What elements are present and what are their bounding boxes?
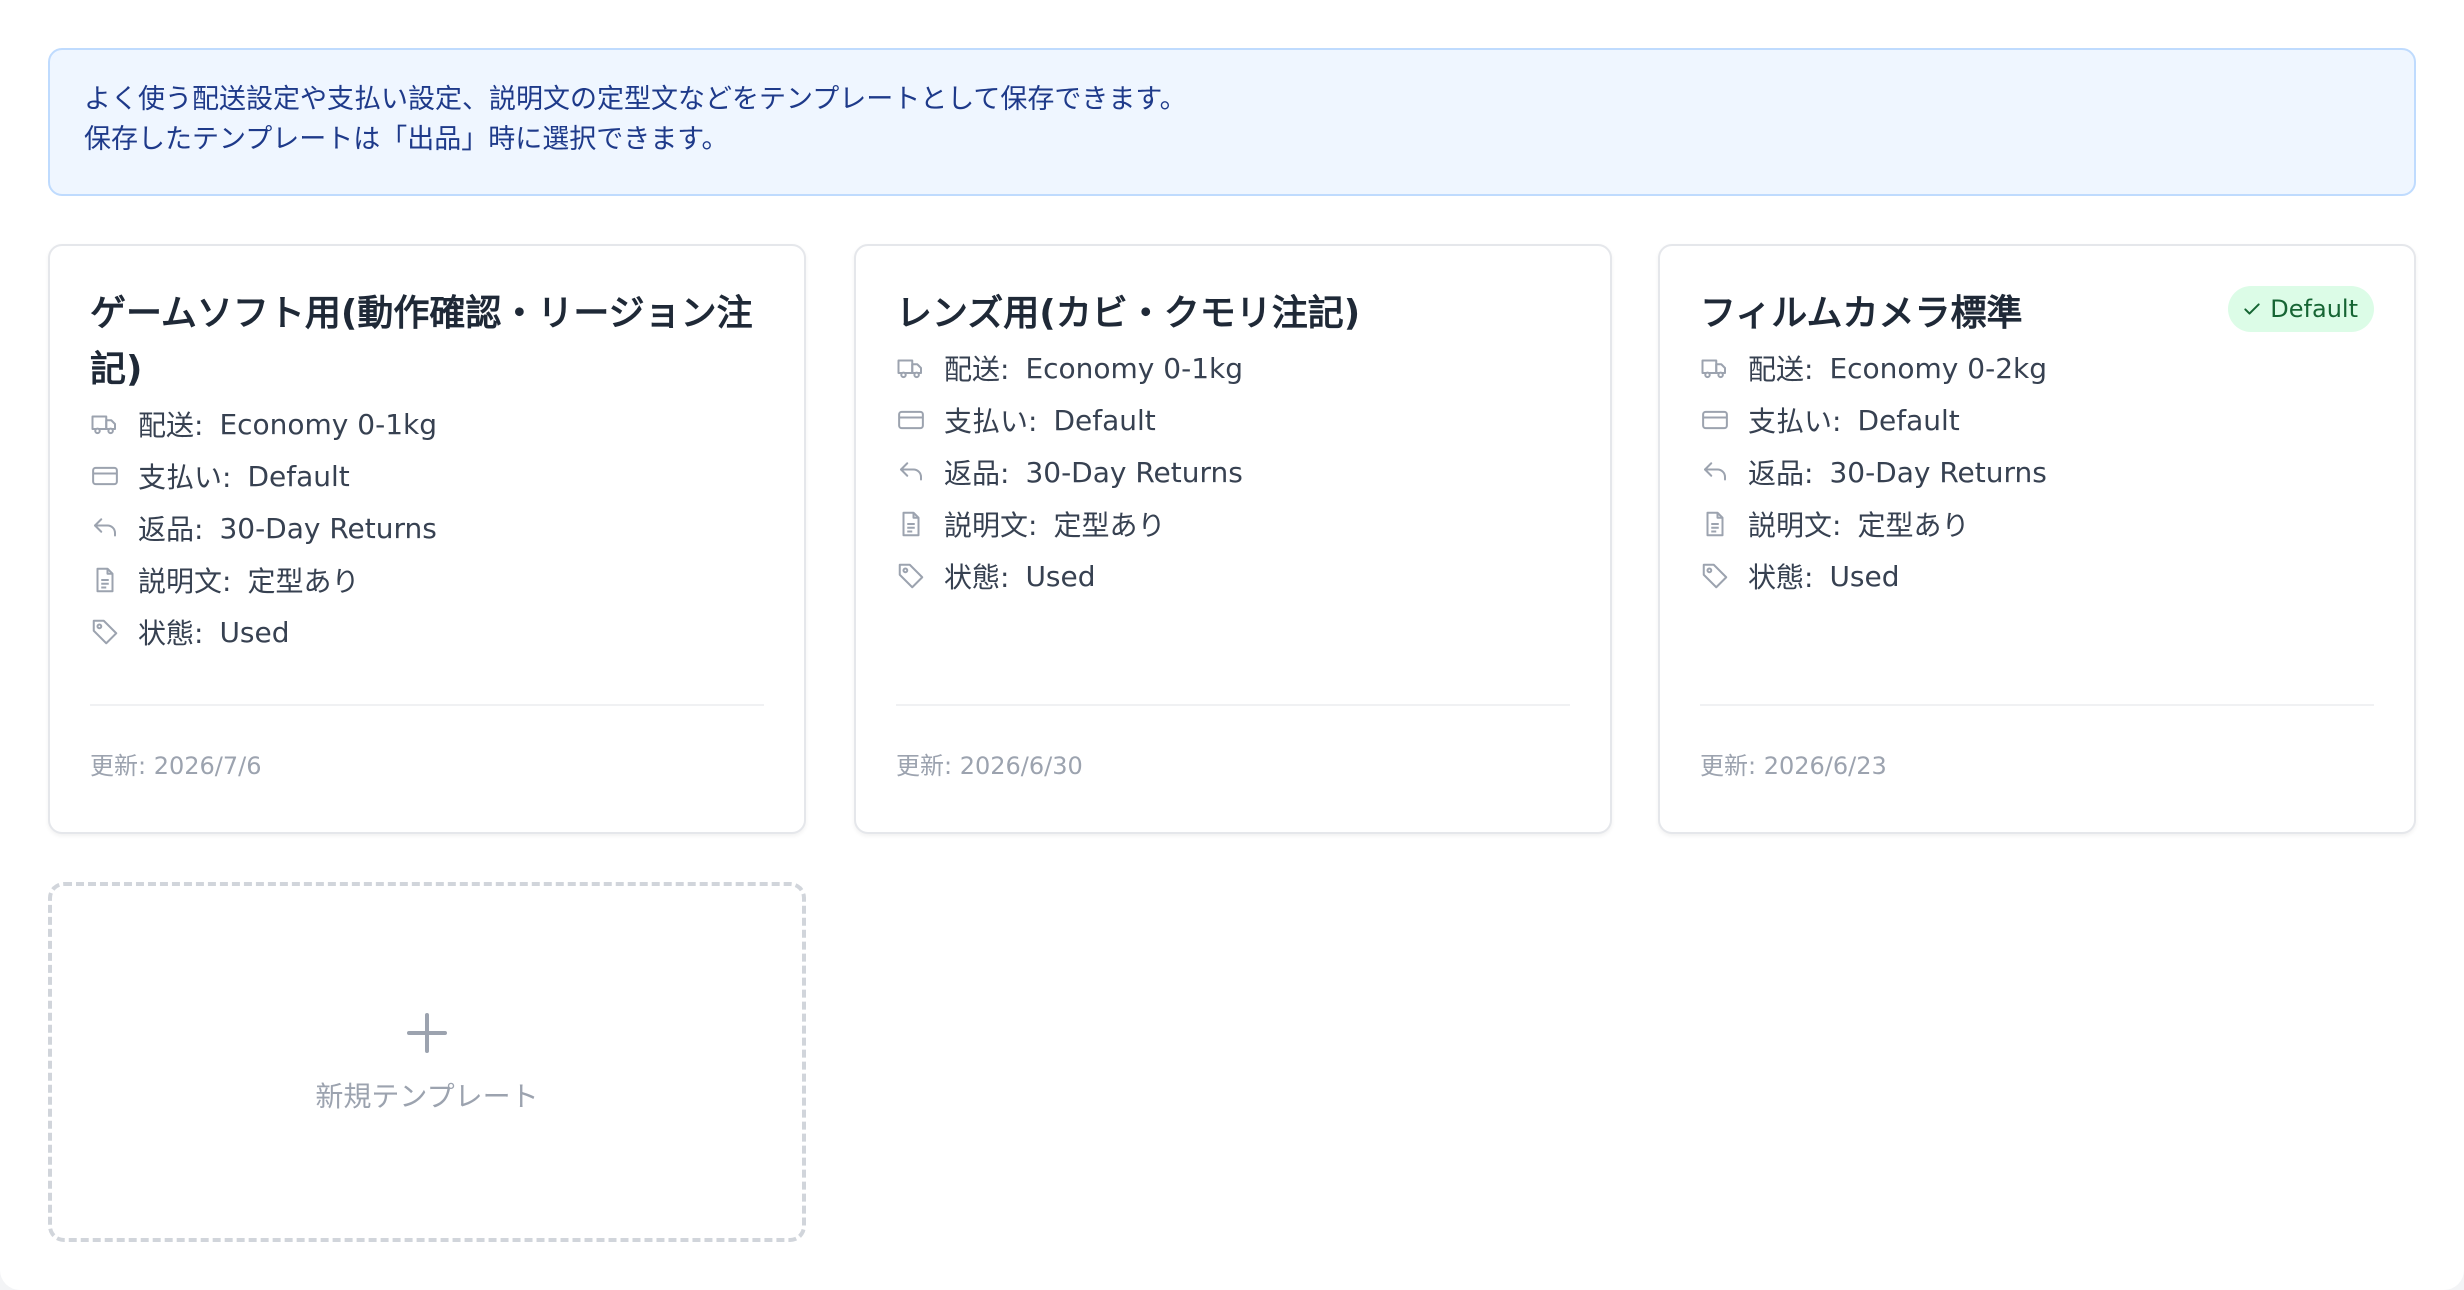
condition-row: 状態: Used <box>896 550 1570 602</box>
updated-date: 更新: 2026/7/6 <box>90 752 262 780</box>
badge-label: Default <box>2270 295 2358 323</box>
truck-icon <box>1700 352 1732 384</box>
returns-row: 返品: 30-Day Returns <box>90 502 764 554</box>
plus-icon <box>403 1009 451 1057</box>
description-row: 説明文: 定型あり <box>90 554 764 606</box>
shipping-value: Economy 0-2kg <box>1829 351 2047 385</box>
return-arrow-icon <box>90 512 122 544</box>
returns-row: 返品: 30-Day Returns <box>896 446 1570 498</box>
payment-label: 支払い: <box>138 461 232 494</box>
description-label: 説明文: <box>138 565 232 598</box>
returns-label: 返品: <box>944 457 1010 490</box>
tag-icon <box>1700 560 1732 592</box>
payment-row: 支払い: Default <box>1700 394 2374 446</box>
condition-label: 状態: <box>138 617 204 650</box>
condition-row: 状態: Used <box>90 606 764 658</box>
payment-label: 支払い: <box>944 405 1038 438</box>
default-badge: Default <box>2228 286 2374 332</box>
payment-row: 支払い: Default <box>896 394 1570 446</box>
description-row: 説明文: 定型あり <box>1700 498 2374 550</box>
payment-value: Default <box>1053 403 1156 437</box>
templates-page: よく使う配送設定や支払い設定、説明文の定型文などをテンプレートとして保存できます… <box>0 0 2464 1290</box>
template-details: 配送: Economy 0-2kg 支払い: Default 返品: 30-Da… <box>1700 342 2374 602</box>
returns-value: 30-Day Returns <box>219 511 437 545</box>
payment-label: 支払い: <box>1748 405 1842 438</box>
document-icon <box>896 508 928 540</box>
shipping-row: 配送: Economy 0-2kg <box>1700 342 2374 394</box>
template-title: ゲームソフト用(動作確認・リージョン注記) <box>90 293 753 390</box>
check-icon <box>2244 303 2260 315</box>
shipping-value: Economy 0-1kg <box>1025 351 1243 385</box>
info-notice: よく使う配送設定や支払い設定、説明文の定型文などをテンプレートとして保存できます… <box>48 48 2416 196</box>
document-icon <box>1700 508 1732 540</box>
description-value: 定型あり <box>1053 509 1166 542</box>
returns-value: 30-Day Returns <box>1829 455 2047 489</box>
payment-value: Default <box>247 459 350 493</box>
description-value: 定型あり <box>1857 509 1970 542</box>
description-value: 定型あり <box>247 565 360 598</box>
template-details: 配送: Economy 0-1kg 支払い: Default 返品: 30-Da… <box>896 342 1570 602</box>
updated-date: 更新: 2026/6/30 <box>896 752 1083 780</box>
credit-card-icon <box>90 460 122 492</box>
condition-value: Used <box>1025 559 1096 593</box>
condition-label: 状態: <box>1748 561 1814 594</box>
document-icon <box>90 564 122 596</box>
description-label: 説明文: <box>944 509 1038 542</box>
truck-icon <box>896 352 928 384</box>
returns-row: 返品: 30-Day Returns <box>1700 446 2374 498</box>
return-arrow-icon <box>1700 456 1732 488</box>
returns-value: 30-Day Returns <box>1025 455 1243 489</box>
shipping-label: 配送: <box>1748 353 1814 386</box>
returns-label: 返品: <box>138 513 204 546</box>
notice-line-1: よく使う配送設定や支払い設定、説明文の定型文などをテンプレートとして保存できます… <box>84 84 1187 115</box>
shipping-row: 配送: Economy 0-1kg <box>90 398 764 450</box>
updated-date: 更新: 2026/6/23 <box>1700 752 1887 780</box>
truck-icon <box>90 408 122 440</box>
tag-icon <box>90 616 122 648</box>
notice-line-2: 保存したテンプレートは「出品」時に選択できます。 <box>84 124 729 155</box>
shipping-value: Economy 0-1kg <box>219 407 437 441</box>
payment-row: 支払い: Default <box>90 450 764 502</box>
template-card[interactable]: フィルムカメラ標準 Default 配送: Economy 0-2kg 支払い:… <box>1658 244 2416 834</box>
condition-row: 状態: Used <box>1700 550 2374 602</box>
condition-value: Used <box>1829 559 1900 593</box>
new-template-button[interactable]: 新規テンプレート <box>48 882 806 1242</box>
returns-label: 返品: <box>1748 457 1814 490</box>
credit-card-icon <box>1700 404 1732 436</box>
credit-card-icon <box>896 404 928 436</box>
condition-label: 状態: <box>944 561 1010 594</box>
description-row: 説明文: 定型あり <box>896 498 1570 550</box>
tag-icon <box>896 560 928 592</box>
shipping-row: 配送: Economy 0-1kg <box>896 342 1570 394</box>
card-divider <box>90 704 764 706</box>
template-title: フィルムカメラ標準 <box>1700 293 2023 334</box>
shipping-label: 配送: <box>944 353 1010 386</box>
payment-value: Default <box>1857 403 1960 437</box>
card-divider <box>1700 704 2374 706</box>
template-card[interactable]: レンズ用(カビ・クモリ注記) 配送: Economy 0-1kg 支払い: De… <box>854 244 1612 834</box>
new-template-label: 新規テンプレート <box>315 1080 539 1113</box>
return-arrow-icon <box>896 456 928 488</box>
description-label: 説明文: <box>1748 509 1842 542</box>
shipping-label: 配送: <box>138 409 204 442</box>
template-details: 配送: Economy 0-1kg 支払い: Default 返品: 30-Da… <box>90 398 764 658</box>
card-divider <box>896 704 1570 706</box>
template-card[interactable]: ゲームソフト用(動作確認・リージョン注記) 配送: Economy 0-1kg … <box>48 244 806 834</box>
template-title: レンズ用(カビ・クモリ注記) <box>896 293 1361 334</box>
condition-value: Used <box>219 615 290 649</box>
